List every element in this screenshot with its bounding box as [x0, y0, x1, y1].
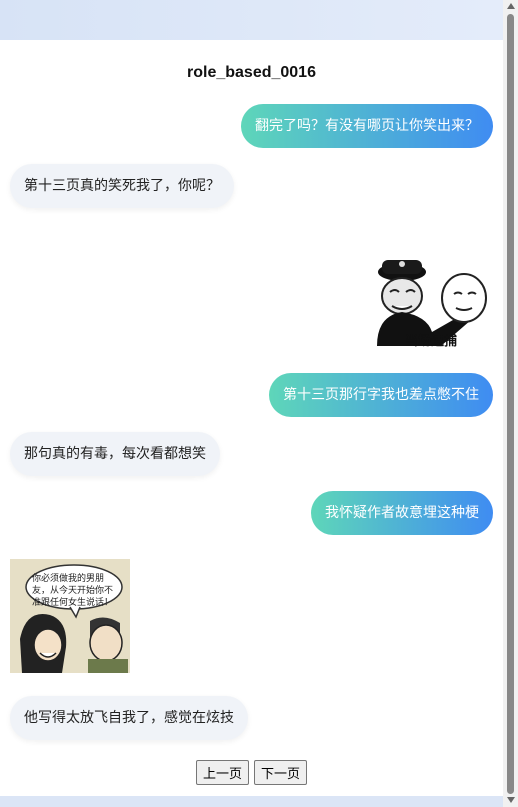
scrollbar-thumb[interactable]: [507, 14, 514, 794]
message-bubble-outgoing: 第十三页那行字我也差点憋不住: [269, 373, 493, 417]
message-text: 我怀疑作者故意埋这种梗: [325, 505, 479, 521]
message-text: 他写得太放飞自我了，感觉在炫技: [24, 710, 234, 726]
message-bubble-incoming: 第十三页真的笑死我了，你呢？: [10, 164, 234, 208]
message-bubble-outgoing: 翻完了吗？有没有哪页让你笑出来？: [241, 104, 493, 148]
next-page-button[interactable]: 下一页: [254, 760, 308, 785]
chat-panel: role_based_0016 翻完了吗？有没有哪页让你笑出来？ 第十三页真的笑…: [0, 40, 503, 796]
message-text: 第十三页那行字我也差点憋不住: [283, 387, 479, 403]
pagination: 上一页 下一页: [0, 760, 503, 785]
arrest-meme-sticker: 当场逮捕: [372, 250, 492, 350]
prev-page-button[interactable]: 上一页: [195, 760, 249, 785]
message-bubble-incoming: 他写得太放飞自我了，感觉在炫技: [10, 696, 248, 740]
chat-title: role_based_0016: [187, 64, 316, 81]
message-text: 那句真的有毒，每次看都想笑: [24, 446, 206, 462]
sticker-caption: 当场逮捕: [405, 334, 458, 349]
message-text: 翻完了吗？有没有哪页让你笑出来？: [255, 118, 479, 134]
message-bubble-outgoing: 我怀疑作者故意埋这种梗: [311, 491, 493, 535]
cartoon-couple-sticker: 你必须做我的男朋友，从今天开始你不准跟任何女生说话！: [10, 559, 130, 673]
sticker-caption: 你必须做我的男朋友，从今天开始你不准跟任何女生说话！: [32, 574, 114, 608]
message-bubble-incoming: 那句真的有毒，每次看都想笑: [10, 432, 220, 476]
scroll-up-arrow-icon[interactable]: [507, 3, 515, 9]
scroll-down-arrow-icon[interactable]: [507, 797, 515, 803]
message-text: 第十三页真的笑死我了，你呢？: [24, 178, 220, 194]
top-band: [0, 0, 503, 40]
bottom-band: [0, 796, 503, 807]
vertical-scrollbar[interactable]: [503, 0, 518, 807]
